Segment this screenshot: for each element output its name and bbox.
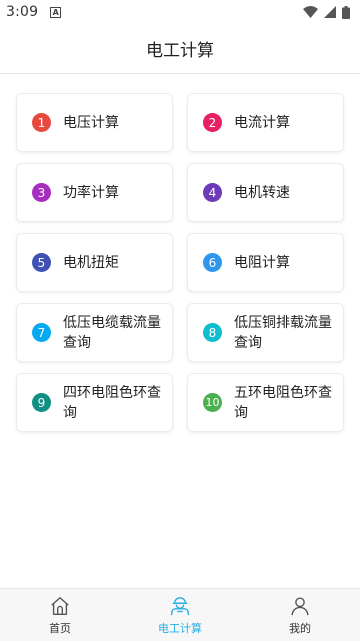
electrician-icon bbox=[171, 596, 189, 615]
number-badge: 10 bbox=[203, 393, 222, 412]
number-badge: 7 bbox=[32, 323, 51, 342]
status-icons bbox=[303, 5, 350, 19]
number-badge: 6 bbox=[203, 253, 222, 272]
number-badge: 3 bbox=[32, 183, 51, 202]
card-label: 电机扭矩 bbox=[63, 254, 119, 271]
card-busbar-ampacity-query[interactable]: 8 低压铜排载流量查询 bbox=[187, 303, 344, 362]
page-title: 电工计算 bbox=[146, 41, 214, 61]
nav-mine[interactable]: 我的 bbox=[240, 589, 360, 641]
nav-home[interactable]: 首页 bbox=[0, 589, 120, 641]
card-label: 低压铜排载流量查询 bbox=[234, 314, 332, 351]
card-label: 电流计算 bbox=[234, 114, 290, 131]
nav-electrician-calc[interactable]: 电工计算 bbox=[120, 589, 240, 641]
number-badge: 4 bbox=[203, 183, 222, 202]
card-label: 电阻计算 bbox=[234, 254, 290, 271]
card-resistance-calculation[interactable]: 6 电阻计算 bbox=[187, 233, 344, 292]
nav-label: 我的 bbox=[289, 621, 311, 635]
wifi-icon bbox=[303, 6, 318, 18]
card-label: 功率计算 bbox=[63, 184, 119, 201]
number-badge: 9 bbox=[32, 393, 51, 412]
user-icon bbox=[291, 597, 309, 615]
card-four-band-resistor-query[interactable]: 9 四环电阻色环查询 bbox=[16, 373, 173, 432]
app-header: 电工计算 bbox=[0, 24, 360, 74]
calculator-grid: 1 电压计算 2 电流计算 3 功率计算 4 电机转速 5 电机扭矩 6 电阻计… bbox=[16, 93, 344, 432]
number-badge: 5 bbox=[32, 253, 51, 272]
card-label: 五环电阻色环查询 bbox=[234, 384, 332, 421]
home-icon bbox=[51, 596, 69, 615]
status-bar: 3:09 A bbox=[0, 0, 360, 24]
bottom-nav: 首页 电工计算 我的 bbox=[0, 588, 360, 641]
nav-label: 首页 bbox=[49, 621, 71, 635]
card-five-band-resistor-query[interactable]: 10 五环电阻色环查询 bbox=[187, 373, 344, 432]
status-time: 3:09 bbox=[6, 4, 39, 20]
card-power-calculation[interactable]: 3 功率计算 bbox=[16, 163, 173, 222]
card-label: 电压计算 bbox=[63, 114, 119, 131]
number-badge: 2 bbox=[203, 113, 222, 132]
card-voltage-calculation[interactable]: 1 电压计算 bbox=[16, 93, 173, 152]
card-label: 低压电缆载流量查询 bbox=[63, 314, 161, 351]
card-label: 四环电阻色环查询 bbox=[63, 384, 161, 421]
card-cable-ampacity-query[interactable]: 7 低压电缆载流量查询 bbox=[16, 303, 173, 362]
card-label: 电机转速 bbox=[234, 184, 290, 201]
card-motor-torque[interactable]: 5 电机扭矩 bbox=[16, 233, 173, 292]
nav-label: 电工计算 bbox=[158, 621, 202, 635]
battery-icon bbox=[342, 5, 350, 19]
signal-icon bbox=[324, 6, 336, 18]
number-badge: 1 bbox=[32, 113, 51, 132]
card-current-calculation[interactable]: 2 电流计算 bbox=[187, 93, 344, 152]
card-motor-speed[interactable]: 4 电机转速 bbox=[187, 163, 344, 222]
number-badge: 8 bbox=[203, 323, 222, 342]
notification-a-icon: A bbox=[50, 6, 62, 18]
